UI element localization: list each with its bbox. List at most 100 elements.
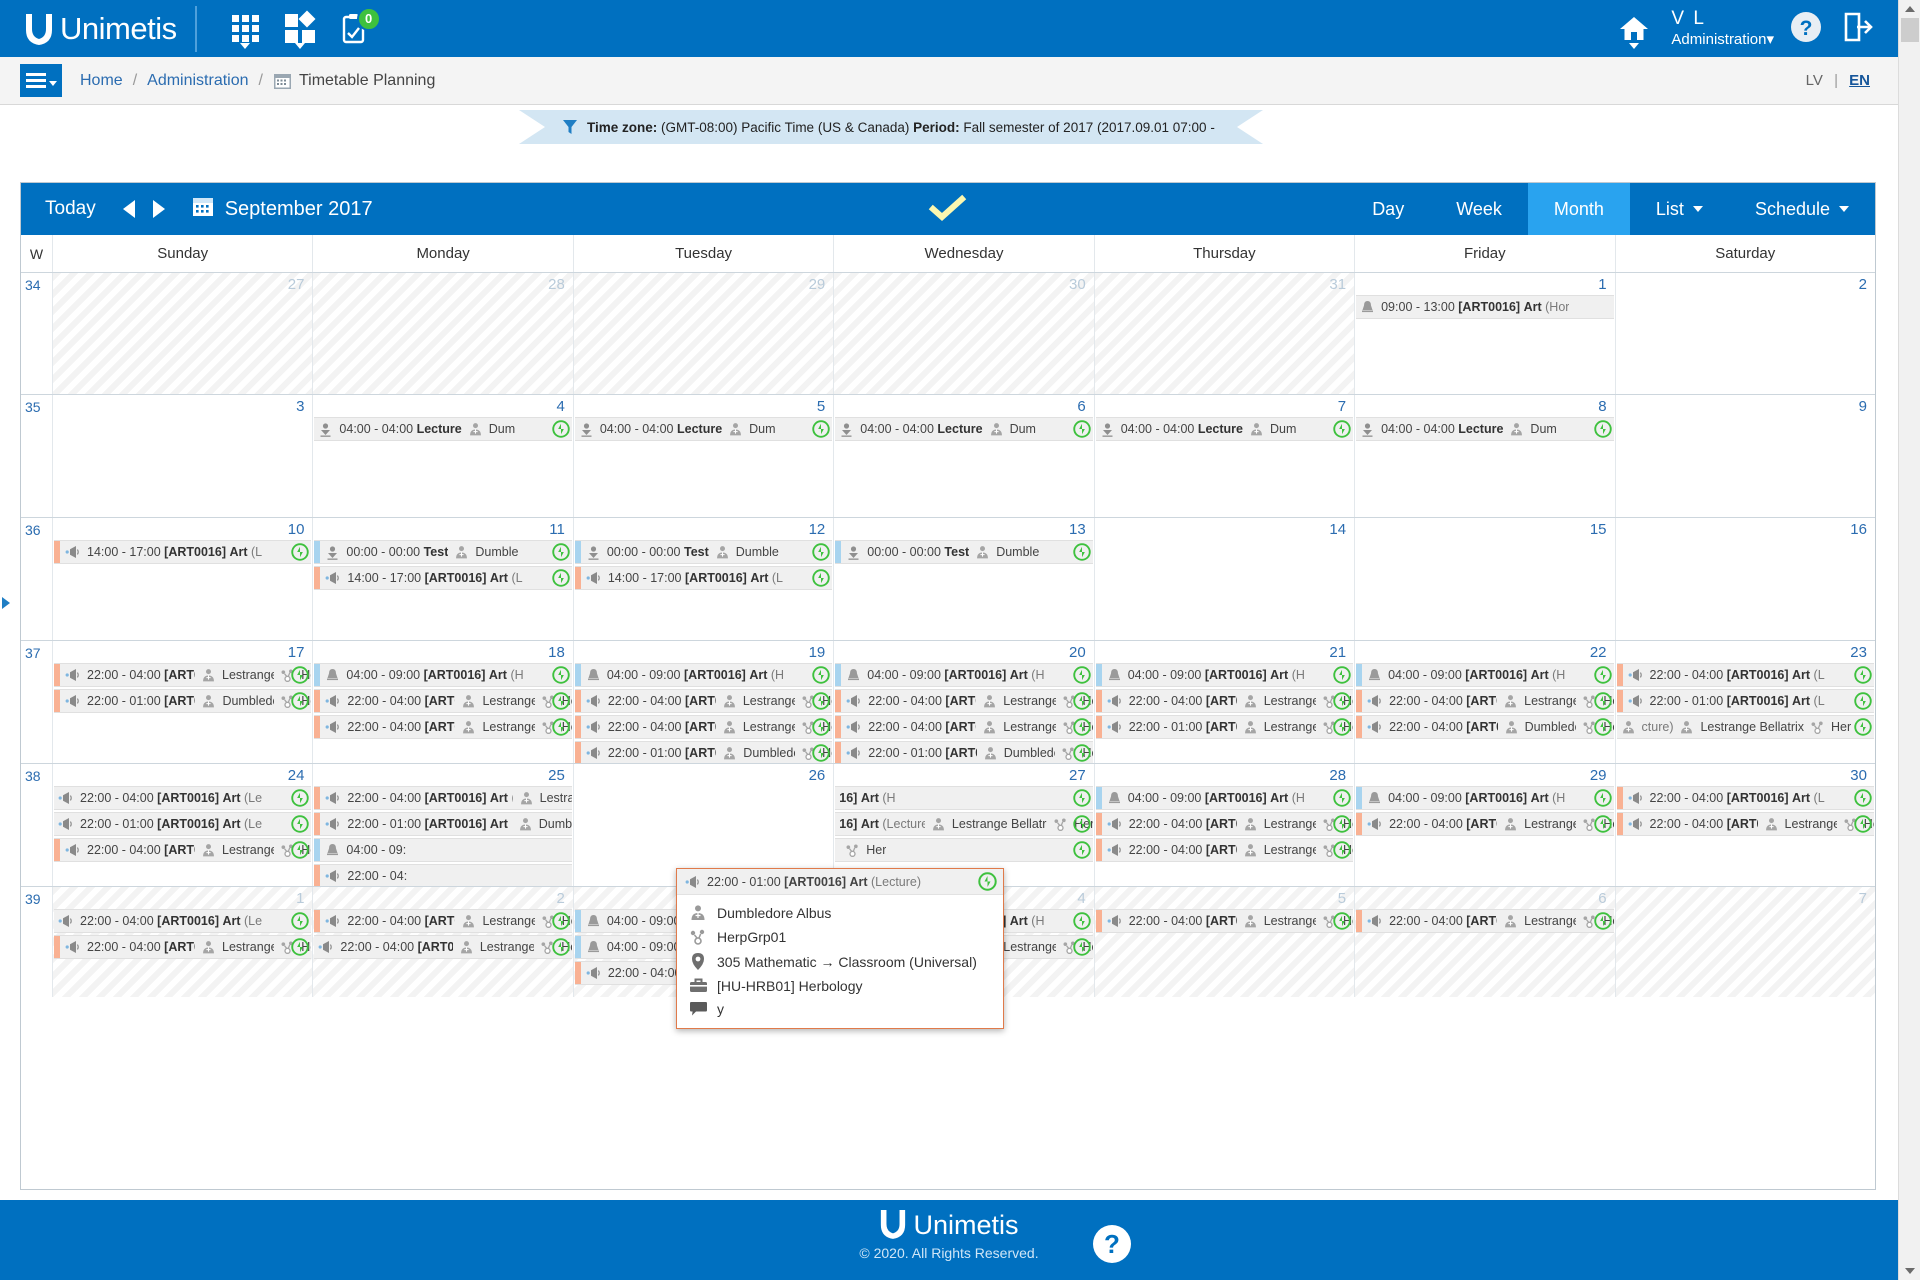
- current-period-display[interactable]: September 2017: [192, 196, 373, 223]
- calendar-event[interactable]: 22:00 - 04:00 [ART0016] Art (Lecture) Les…: [314, 786, 572, 810]
- calendar-day-cell[interactable]: 13 00:00 - 00:00 Test Dumble: [834, 518, 1095, 640]
- tasks-button[interactable]: 0: [328, 0, 382, 57]
- calendar-event[interactable]: 22:00 - 04:00 [ART0016] Art (Lecture) Les…: [314, 909, 572, 933]
- calendar-event[interactable]: 22:00 - 04:00 [ART0016] Art (Lecture) Les…: [835, 715, 1093, 739]
- calendar-day-cell[interactable]: 30 22:00 - 04:00 [ART0016] Art (L 22:00 - …: [1616, 764, 1875, 886]
- calendar-event[interactable]: cture) Lestrange Bellatrix Her: [1616, 715, 1874, 739]
- calendar-day-cell[interactable]: 5 22:00 - 04:00 [ART0016] Art (Lecture) Le…: [1094, 887, 1356, 997]
- view-schedule-button[interactable]: Schedule: [1729, 183, 1875, 235]
- user-menu[interactable]: V L Administration▾: [1661, 7, 1780, 50]
- calendar-event[interactable]: 04:00 - 09:: [314, 838, 572, 862]
- calendar-event[interactable]: 09:00 - 13:00 [ART0016] Art (Hor: [1356, 295, 1614, 319]
- calendar-day-cell[interactable]: 23 22:00 - 04:00 [ART0016] Art (L 22:00 - …: [1616, 641, 1875, 763]
- calendar-event[interactable]: 00:00 - 00:00 Test Dumble: [314, 540, 572, 564]
- breadcrumb-item-administration[interactable]: Administration: [147, 72, 248, 90]
- calendar-event[interactable]: 22:00 - 01:00 [ART0016] Art (Lecture) Les…: [1095, 715, 1354, 739]
- calendar-event[interactable]: 04:00 - 09:00 [ART0016] Art (H: [835, 663, 1093, 687]
- calendar-event[interactable]: 22:00 - 04:00 [ART0016] Art (Lecture) Les…: [1356, 689, 1614, 713]
- calendar-day-cell[interactable]: 1 09:00 - 13:00 [ART0016] Art (Hor: [1355, 273, 1616, 394]
- calendar-day-cell[interactable]: 5 04:00 - 04:00 Lecture Dum: [574, 395, 835, 517]
- calendar-day-cell[interactable]: 31: [1094, 273, 1356, 394]
- brand-logo[interactable]: Unimetis: [0, 0, 177, 57]
- calendar-event[interactable]: 22:00 - 04:00 [ART0016] Art (L: [1616, 786, 1874, 810]
- calendar-event[interactable]: 22:00 - 04:: [314, 864, 572, 886]
- scroll-up-button[interactable]: [1899, 0, 1920, 18]
- calendar-event[interactable]: 22:00 - 04:00 [ART0016] Art (Lecture) Les…: [1356, 909, 1614, 933]
- calendar-day-cell[interactable]: 16: [1616, 518, 1875, 640]
- calendar-day-cell[interactable]: 24 22:00 - 04:00 [ART0016] Art (Le 22:00 -…: [53, 764, 314, 886]
- calendar-day-cell[interactable]: 6 22:00 - 04:00 [ART0016] Art (Lecture) Le…: [1355, 887, 1616, 997]
- calendar-event[interactable]: 22:00 - 04:00 [ART0016] Art (Lecture) Les…: [1095, 689, 1354, 713]
- calendar-event[interactable]: 14:00 - 17:00 [ART0016] Art (L: [54, 540, 312, 564]
- calendar-day-cell[interactable]: 7: [1615, 887, 1875, 997]
- calendar-day-cell[interactable]: 17 22:00 - 04:00 [ART0016] Art (Lecture) L…: [53, 641, 314, 763]
- calendar-event[interactable]: 04:00 - 04:00 Lecture Dum: [1095, 417, 1354, 441]
- view-day-button[interactable]: Day: [1346, 183, 1430, 235]
- breadcrumb-item-home[interactable]: Home: [80, 72, 123, 90]
- next-period-button[interactable]: [144, 200, 174, 218]
- calendar-event[interactable]: 14:00 - 17:00 [ART0016] Art (L: [574, 566, 833, 590]
- calendar-day-cell[interactable]: 19 04:00 - 09:00 [ART0016] Art (H 22:00 - …: [574, 641, 835, 763]
- calendar-day-cell[interactable]: 9: [1616, 395, 1875, 517]
- calendar-day-cell[interactable]: 28 04:00 - 09:00 [ART0016] Art (H 22:00 - …: [1095, 764, 1356, 886]
- calendar-day-cell[interactable]: 12 00:00 - 00:00 Test Dumble 14:00 - 17:00…: [574, 518, 835, 640]
- modules-button[interactable]: [272, 0, 328, 57]
- calendar-event[interactable]: 00:00 - 00:00 Test Dumble: [835, 540, 1093, 564]
- calendar-event[interactable]: 22:00 - 01:00 [ART0016] Art (L: [1616, 689, 1874, 713]
- calendar-event[interactable]: 22:00 - 04:00 [ART0016] Art (Lecture) Dum…: [1356, 715, 1614, 739]
- calendar-day-cell[interactable]: 27: [53, 273, 314, 394]
- help-icon[interactable]: ?: [1789, 10, 1823, 47]
- calendar-event[interactable]: 00:00 - 00:00 Test Dumble: [574, 540, 833, 564]
- calendar-event[interactable]: 04:00 - 09:00 [ART0016] Art (H: [314, 663, 572, 687]
- calendar-event[interactable]: 22:00 - 01:00 [ART0016] Art (Lecture) Dum…: [574, 741, 833, 763]
- calendar-event[interactable]: 22:00 - 04:00 [ART0016] Art (L: [1616, 663, 1874, 687]
- calendar-event[interactable]: 04:00 - 04:00 Lecture Dum: [314, 417, 572, 441]
- calendar-event[interactable]: 22:00 - 04:00 [ART0016] Art (Lecture) Les…: [1356, 812, 1614, 836]
- calendar-day-cell[interactable]: 29: [573, 273, 835, 394]
- calendar-day-cell[interactable]: 21 04:00 - 09:00 [ART0016] Art (H 22:00 - …: [1095, 641, 1356, 763]
- calendar-day-cell[interactable]: 20 04:00 - 09:00 [ART0016] Art (H 22:00 - …: [834, 641, 1095, 763]
- calendar-event[interactable]: 16] Art (Lecture)Lestrange BellatrixHer: [835, 812, 1093, 836]
- calendar-day-cell[interactable]: 30: [834, 273, 1095, 394]
- calendar-event[interactable]: 04:00 - 04:00 Lecture Dum: [835, 417, 1093, 441]
- calendar-day-cell[interactable]: 28: [313, 273, 574, 394]
- calendar-day-cell[interactable]: 3: [53, 395, 314, 517]
- calendar-event[interactable]: 22:00 - 04:00 [ART0016] Art (Lecture) Les…: [54, 663, 312, 687]
- calendar-event[interactable]: 16] Art (H: [835, 786, 1093, 810]
- calendar-event[interactable]: 22:00 - 04:00 [ART0016] Art (Le: [54, 786, 312, 810]
- today-button[interactable]: Today: [21, 198, 114, 220]
- confirm-button[interactable]: [928, 194, 968, 225]
- calendar-day-cell[interactable]: 11 00:00 - 00:00 Test Dumble 14:00 - 17:00…: [313, 518, 574, 640]
- apps-grid-button[interactable]: [219, 0, 272, 57]
- view-list-button[interactable]: List: [1630, 183, 1729, 235]
- calendar-day-cell[interactable]: 25 22:00 - 04:00 [ART0016] Art (Lecture) L…: [313, 764, 574, 886]
- calendar-day-cell[interactable]: 15: [1355, 518, 1616, 640]
- calendar-event[interactable]: 22:00 - 04:00 [ART0016] Art (Lecture) Les…: [54, 838, 312, 862]
- footer-help-button[interactable]: ?: [1090, 1222, 1134, 1269]
- calendar-event[interactable]: 22:00 - 01:00 [ART0016] Art (Lecture) Dum…: [835, 741, 1093, 763]
- language-lv[interactable]: LV: [1806, 72, 1823, 89]
- calendar-event[interactable]: 22:00 - 01:00 [ART0016] Art (Lecture) Dum…: [54, 689, 312, 713]
- calendar-day-cell[interactable]: 7 04:00 - 04:00 Lecture Dum: [1095, 395, 1356, 517]
- view-month-button[interactable]: Month: [1527, 183, 1630, 235]
- calendar-event[interactable]: 14:00 - 17:00 [ART0016] Art (L: [314, 566, 572, 590]
- calendar-event[interactable]: 04:00 - 09:00 [ART0016] Art (H: [1095, 663, 1354, 687]
- calendar-event[interactable]: 22:00 - 04:00 [ART0016] Art (Lecture) Les…: [574, 689, 833, 713]
- calendar-event[interactable]: 22:00 - 04:00 [ART0016] Art (Lecture) Les…: [1095, 838, 1354, 862]
- event-details-popup[interactable]: 22:00 - 01:00 [ART0016] Art (Lecture) Du…: [676, 868, 1004, 1029]
- calendar-day-cell[interactable]: 22 04:00 - 09:00 [ART0016] Art (H 22:00 - …: [1355, 641, 1616, 763]
- logout-icon[interactable]: [1841, 11, 1873, 46]
- menu-toggle-button[interactable]: [20, 64, 62, 97]
- page-scrollbar[interactable]: [1898, 0, 1920, 1280]
- calendar-event[interactable]: 04:00 - 09:00 [ART0016] Art (H: [1356, 786, 1614, 810]
- sidebar-expand-handle[interactable]: [0, 590, 12, 616]
- calendar-event[interactable]: Her: [835, 838, 1093, 862]
- calendar-event[interactable]: 22:00 - 01:00 [ART0016] Art (Lecture) Dum…: [314, 812, 572, 836]
- calendar-event[interactable]: 04:00 - 04:00 Lecture Dum: [1356, 417, 1614, 441]
- calendar-day-cell[interactable]: 2 22:00 - 04:00 [ART0016] Art (Lecture) Le…: [313, 887, 574, 997]
- previous-period-button[interactable]: [114, 200, 144, 218]
- calendar-event[interactable]: 22:00 - 04:00 [ART0016] Art (Lecture) Les…: [1616, 812, 1874, 836]
- calendar-day-cell[interactable]: 14: [1095, 518, 1356, 640]
- calendar-day-cell[interactable]: 18 04:00 - 09:00 [ART0016] Art (H 22:00 - …: [313, 641, 574, 763]
- calendar-event[interactable]: 22:00 - 01:00 [ART0016] Art (Le: [54, 812, 312, 836]
